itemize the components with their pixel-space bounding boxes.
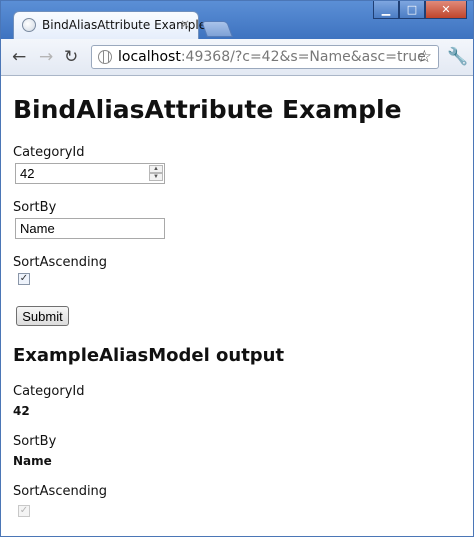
spinner-up-icon[interactable]: ▲	[149, 165, 163, 173]
browser-toolbar: ← → ↻ localhost:49368/?c=42&s=Name&asc=t…	[1, 39, 473, 76]
forward-arrow-icon[interactable]: →	[39, 47, 53, 67]
maximize-icon[interactable]: □	[399, 1, 425, 19]
output-heading: ExampleAliasModel output	[13, 345, 285, 366]
category-spinner[interactable]: ▲ ▼	[149, 165, 163, 182]
browser-window: BindAliasAttribute Example × ▁ □ ✕ ← → ↻…	[0, 0, 474, 537]
tab-close-icon[interactable]: ×	[180, 17, 190, 31]
wrench-icon[interactable]: 🔧	[447, 47, 468, 67]
window-controls: ▁ □ ✕	[373, 1, 467, 19]
output-sortasc-checkbox: ✓	[18, 505, 30, 517]
category-input[interactable]: 42 ▲ ▼	[15, 163, 165, 184]
spinner-down-icon[interactable]: ▼	[149, 173, 163, 181]
sortby-label: SortBy	[13, 200, 57, 215]
page-title: BindAliasAttribute Example	[13, 95, 402, 124]
sortasc-checkbox[interactable]: ✓	[18, 273, 30, 285]
url-text[interactable]: localhost:49368/?c=42&s=Name&asc=true	[118, 49, 426, 65]
sortby-input-value: Name	[20, 221, 55, 236]
submit-button[interactable]: Submit	[16, 306, 69, 326]
title-bar: BindAliasAttribute Example × ▁ □ ✕	[1, 1, 473, 39]
output-sortby-label: SortBy	[13, 434, 57, 449]
address-bar[interactable]: localhost:49368/?c=42&s=Name&asc=true ☆	[91, 45, 439, 69]
sortasc-label: SortAscending	[13, 255, 108, 270]
minimize-icon[interactable]: ▁	[373, 1, 399, 19]
new-tab-button[interactable]	[201, 21, 233, 37]
tab-active[interactable]: BindAliasAttribute Example ×	[13, 11, 206, 39]
sortby-input[interactable]: Name	[15, 218, 165, 239]
output-category-value: 42	[13, 404, 30, 418]
back-arrow-icon[interactable]: ←	[12, 47, 26, 67]
page-content: BindAliasAttribute Example CategoryId 42…	[13, 81, 463, 517]
reload-icon[interactable]: ↻	[64, 47, 78, 67]
output-sortasc-label: SortAscending	[13, 484, 108, 499]
globe-icon	[98, 50, 112, 64]
output-category-label: CategoryId	[13, 384, 85, 399]
category-label: CategoryId	[13, 145, 85, 160]
page-favicon-icon	[22, 18, 36, 32]
category-input-value: 42	[20, 166, 35, 181]
close-window-icon[interactable]: ✕	[425, 1, 467, 19]
output-sortby-value: Name	[13, 454, 52, 468]
star-icon[interactable]: ☆	[417, 47, 432, 67]
